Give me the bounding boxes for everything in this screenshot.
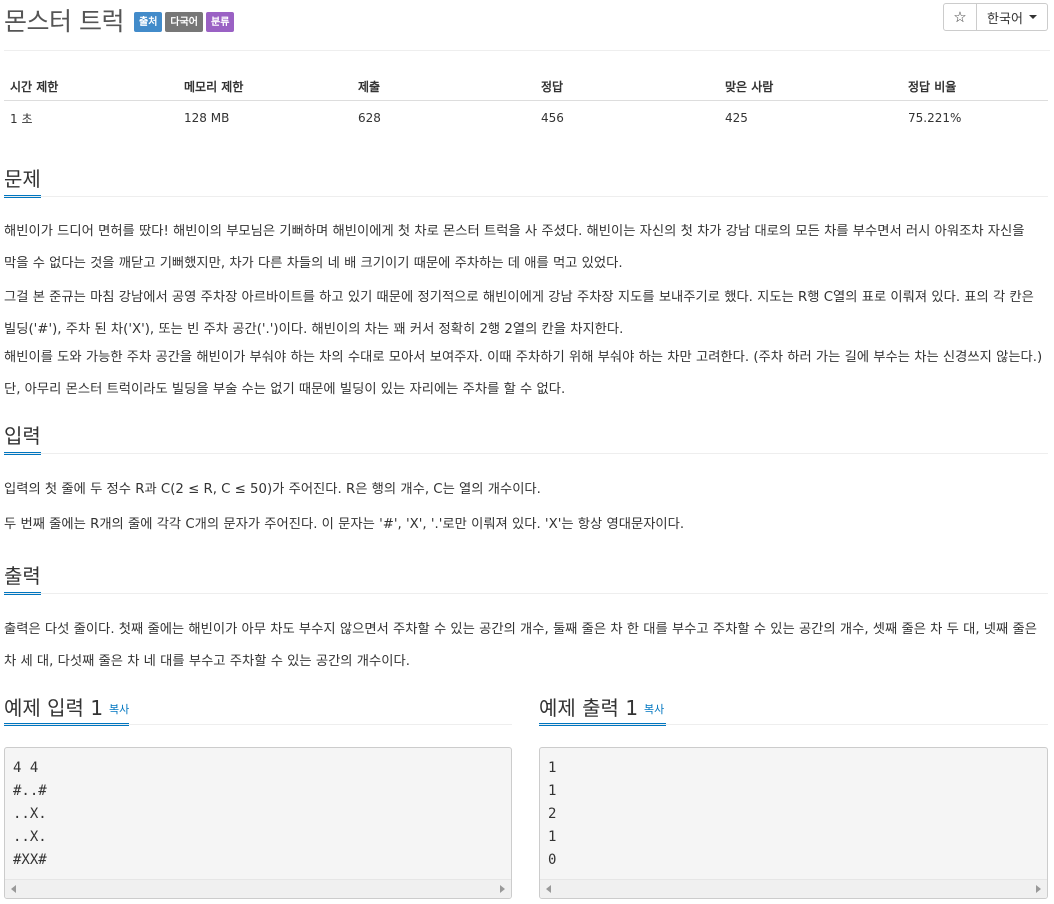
badge-multilang[interactable]: 다국어 xyxy=(165,12,204,32)
horizontal-scrollbar[interactable] xyxy=(540,879,1047,898)
info-solvers: 425 xyxy=(725,111,748,125)
output-heading: 출력 xyxy=(4,560,41,595)
input-paragraph-2: 두 번째 줄에는 R개의 줄에 각각 C개의 문자가 주어진다. 이 문자는 '… xyxy=(4,517,685,532)
section-divider xyxy=(4,724,512,725)
info-header-time-limit: 시간 제한 xyxy=(4,72,178,101)
scroll-left-icon[interactable] xyxy=(11,885,16,893)
language-dropdown[interactable]: 한국어 xyxy=(977,3,1048,31)
title-divider xyxy=(4,50,1050,51)
problem-heading-text: 문제 xyxy=(4,167,41,191)
sample-input-text[interactable]: 4 4 #..# ..X. ..X. #XX# xyxy=(5,748,511,872)
problem-badges: 출처 다국어 분류 xyxy=(134,12,235,32)
section-divider xyxy=(539,724,1048,725)
problem-paragraph-2: 그걸 본 준규는 마침 강남에서 공영 주차장 아르바이트를 하고 있기 때문에… xyxy=(4,290,1034,337)
problem-title: 몬스터 트럭 xyxy=(4,7,124,36)
info-value-row: 1 초 128 MB 628 456 425 75.221% xyxy=(4,101,1048,136)
sample-input-heading: 예제 입력 1 복사 xyxy=(4,692,129,721)
scroll-right-icon[interactable] xyxy=(500,885,505,893)
header-actions: ☆ 한국어 xyxy=(943,3,1048,31)
input-heading-text: 입력 xyxy=(4,424,41,448)
badge-source[interactable]: 출처 xyxy=(134,12,163,32)
info-header-ratio: 정답 비율 xyxy=(902,72,1048,101)
copy-sample-input-button[interactable]: 복사 xyxy=(109,703,129,716)
section-divider xyxy=(4,593,1048,594)
section-divider xyxy=(4,453,1048,454)
info-submissions: 628 xyxy=(358,111,381,125)
info-memory-limit: 128 MB xyxy=(184,111,230,125)
info-header-submissions: 제출 xyxy=(352,72,535,101)
sample-output-heading: 예제 출력 1 복사 xyxy=(539,692,664,721)
info-time-limit: 1 초 xyxy=(10,111,33,126)
output-paragraph-1: 출력은 다섯 줄이다. 첫째 줄에는 해빈이가 아무 차도 부수지 않으면서 주… xyxy=(4,622,1037,669)
info-header-solvers: 맞은 사람 xyxy=(719,72,902,101)
info-header-accepted: 정답 xyxy=(535,72,719,101)
scroll-right-icon[interactable] xyxy=(1036,885,1041,893)
sample-output-text[interactable]: 1 1 2 1 0 xyxy=(540,748,1047,872)
sample-output-title: 예제 출력 1 xyxy=(539,696,639,720)
badge-category[interactable]: 분류 xyxy=(206,12,235,32)
sample-input-title: 예제 입력 1 xyxy=(4,696,104,720)
favorite-button[interactable]: ☆ xyxy=(943,3,977,31)
horizontal-scrollbar[interactable] xyxy=(5,879,511,898)
problem-heading: 문제 xyxy=(4,163,41,198)
section-divider xyxy=(4,196,1048,197)
language-label: 한국어 xyxy=(987,11,1023,27)
output-heading-text: 출력 xyxy=(4,564,41,588)
info-header-memory-limit: 메모리 제한 xyxy=(178,72,352,101)
star-icon: ☆ xyxy=(953,8,967,26)
scroll-left-icon[interactable] xyxy=(546,885,551,893)
info-ratio: 75.221% xyxy=(908,111,962,125)
caret-down-icon xyxy=(1028,15,1037,19)
input-heading: 입력 xyxy=(4,420,41,455)
copy-sample-output-button[interactable]: 복사 xyxy=(644,703,664,716)
problem-paragraph-3: 해빈이를 도와 가능한 주차 공간을 해빈이가 부숴야 하는 차의 수대로 모아… xyxy=(4,350,1043,397)
problem-info-table: 시간 제한 메모리 제한 제출 정답 맞은 사람 정답 비율 1 초 128 M… xyxy=(4,72,1048,135)
info-accepted: 456 xyxy=(541,111,564,125)
problem-paragraph-1: 해빈이가 드디어 면허를 땄다! 해빈이의 부모님은 기뻐하며 해빈이에게 첫 … xyxy=(4,224,1025,271)
input-paragraph-1: 입력의 첫 줄에 두 정수 R과 C(2 ≤ R, C ≤ 50)가 주어진다.… xyxy=(4,482,541,497)
sample-output-box: 1 1 2 1 0 xyxy=(539,747,1048,899)
sample-input-box: 4 4 #..# ..X. ..X. #XX# xyxy=(4,747,512,899)
title-row: 몬스터 트럭 출처 다국어 분류 ☆ 한국어 xyxy=(4,0,1050,40)
info-header-row: 시간 제한 메모리 제한 제출 정답 맞은 사람 정답 비율 xyxy=(4,72,1048,101)
